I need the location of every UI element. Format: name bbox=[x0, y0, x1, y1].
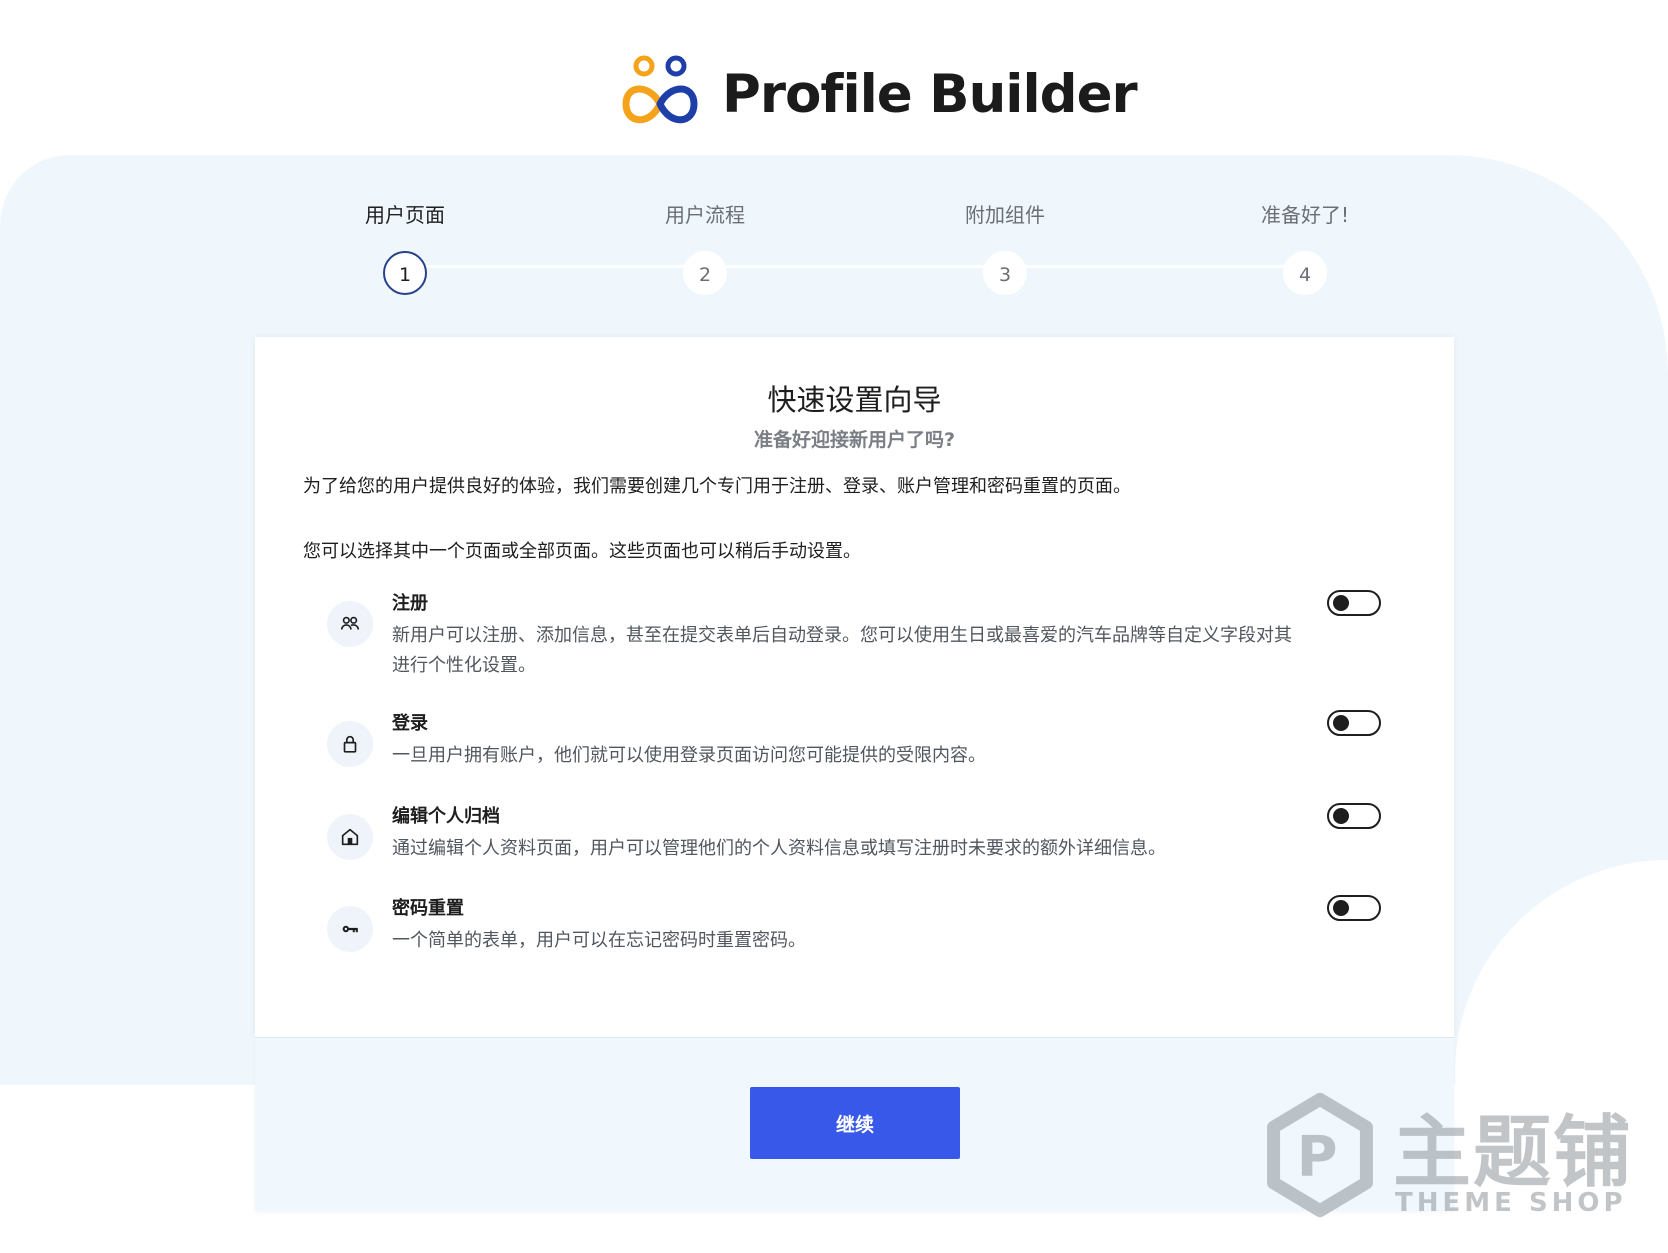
password-reset-toggle[interactable] bbox=[1327, 895, 1381, 921]
svg-text:P: P bbox=[1297, 1124, 1338, 1189]
watermark-text: 主题铺 bbox=[1393, 1108, 1634, 1198]
step-number: 1 bbox=[383, 251, 427, 295]
step-label: 准备好了! bbox=[1260, 203, 1350, 227]
step-number: 4 bbox=[1283, 251, 1327, 295]
watermark-subtext: THEME SHOP bbox=[1395, 1188, 1627, 1218]
option-title: 密码重置 bbox=[392, 898, 464, 919]
step-number: 2 bbox=[683, 251, 727, 295]
step-4[interactable]: 准备好了! 4 bbox=[1225, 200, 1385, 295]
option-title: 注册 bbox=[392, 593, 428, 614]
brand-logo: Profile Builder bbox=[620, 52, 1138, 136]
step-label: 用户流程 bbox=[665, 203, 745, 227]
step-3[interactable]: 附加组件 3 bbox=[925, 200, 1085, 295]
login-toggle[interactable] bbox=[1327, 710, 1381, 736]
option-description: 新用户可以注册、添加信息，甚至在提交表单后自动登录。您可以使用生日或最喜爱的汽车… bbox=[392, 625, 1292, 676]
toggle-knob bbox=[1333, 715, 1349, 731]
setup-wizard-card: 快速设置向导 准备好迎接新用户了吗? 为了给您的用户提供良好的体验，我们需要创建… bbox=[255, 337, 1454, 1037]
step-number: 3 bbox=[983, 251, 1027, 295]
step-label: 附加组件 bbox=[965, 203, 1045, 227]
option-description: 一个简单的表单，用户可以在忘记密码时重置密码。 bbox=[392, 930, 806, 951]
continue-button[interactable]: 继续 bbox=[750, 1087, 960, 1159]
option-title: 编辑个人归档 bbox=[392, 806, 500, 827]
step-label: 用户页面 bbox=[365, 203, 445, 227]
option-description: 通过编辑个人资料页面，用户可以管理他们的个人资料信息或填写注册时未要求的额外详细… bbox=[392, 838, 1166, 859]
lock-icon bbox=[327, 721, 373, 767]
key-icon bbox=[327, 906, 373, 952]
step-2[interactable]: 用户流程 2 bbox=[625, 200, 785, 295]
stepper-track bbox=[405, 265, 1305, 268]
home-icon bbox=[327, 814, 373, 860]
card-title: 快速设置向导 bbox=[767, 383, 942, 417]
option-title: 登录 bbox=[392, 713, 428, 734]
edit-profile-toggle[interactable] bbox=[1327, 803, 1381, 829]
option-description: 一旦用户拥有账户，他们就可以使用登录页面访问您可能提供的受限内容。 bbox=[392, 745, 986, 766]
toggle-knob bbox=[1333, 808, 1349, 824]
users-icon bbox=[327, 601, 373, 647]
register-toggle[interactable] bbox=[1327, 590, 1381, 616]
brand-name: Profile Builder bbox=[722, 63, 1138, 125]
intro-paragraph-2: 您可以选择其中一个页面或全部页面。这些页面也可以稍后手动设置。 bbox=[303, 541, 861, 562]
theme-shop-watermark: P 主题铺 THEME SHOP bbox=[1255, 1080, 1655, 1230]
theme-shop-logo-icon: P bbox=[1267, 1092, 1373, 1218]
intro-paragraph: 为了给您的用户提供良好的体验，我们需要创建几个专门用于注册、登录、账户管理和密码… bbox=[303, 476, 1131, 497]
step-1[interactable]: 用户页面 1 bbox=[325, 200, 485, 295]
toggle-knob bbox=[1333, 595, 1349, 611]
card-subtitle: 准备好迎接新用户了吗? bbox=[753, 429, 956, 451]
profile-builder-logo-icon bbox=[622, 55, 698, 124]
toggle-knob bbox=[1333, 900, 1349, 916]
